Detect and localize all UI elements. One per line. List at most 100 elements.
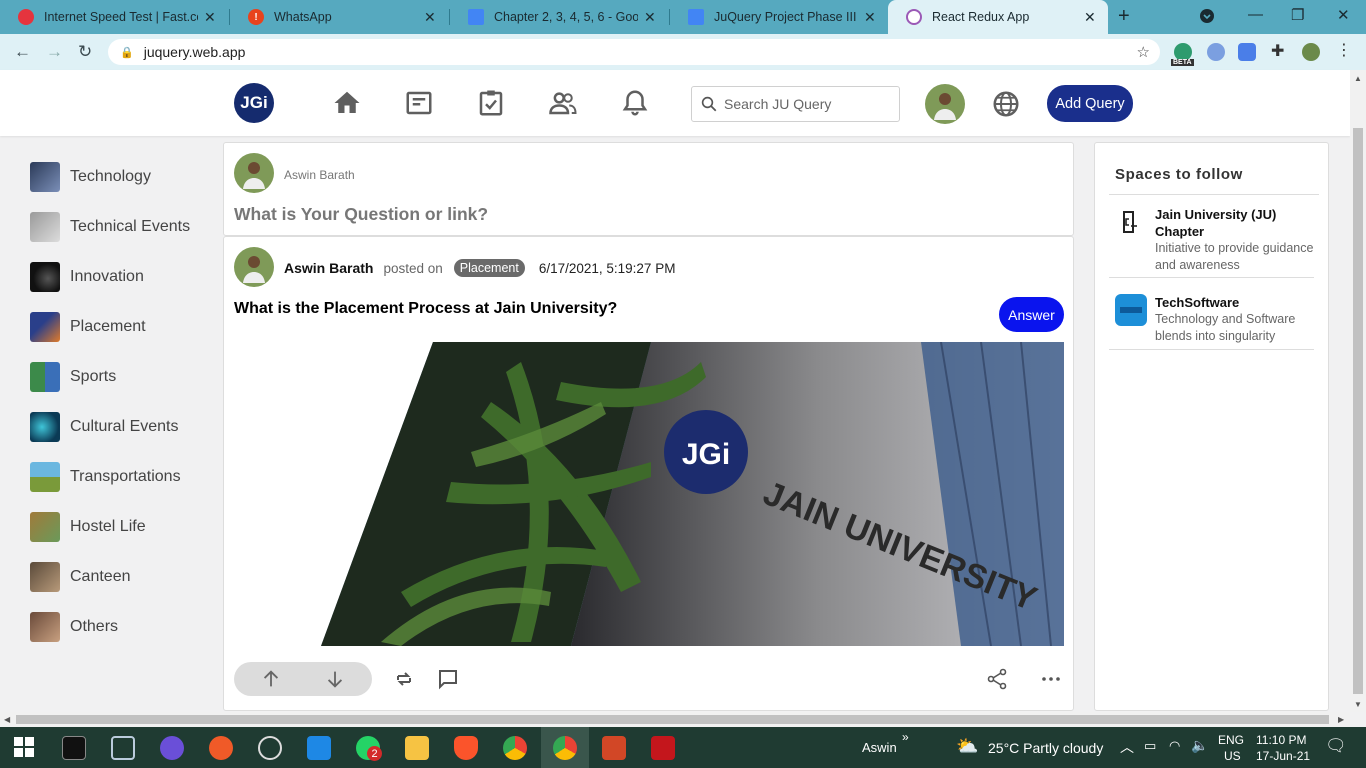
jgi-logo[interactable]: JGi [234, 83, 274, 123]
post-question[interactable]: What is the Placement Process at Jain Un… [234, 300, 617, 318]
windows-start-icon[interactable] [14, 737, 34, 757]
sidebar-item-label: Placement [70, 318, 146, 335]
sidebar-item-sports[interactable]: Sports [30, 352, 220, 402]
translate-icon[interactable] [1238, 43, 1256, 61]
minimize-icon[interactable]: — [1248, 6, 1263, 23]
chevron-double-right-icon[interactable]: » [902, 730, 909, 744]
windows-taskbar: 2 Aswin » ⛅ 25°C Partly cloudy ︿ ▭ ◠ 🔈 E… [0, 727, 1366, 768]
chevron-up-icon[interactable]: ︿ [1120, 737, 1134, 757]
close-tab-icon[interactable]: ✕ [644, 9, 658, 26]
assignment-check-icon[interactable] [476, 88, 506, 118]
profile-avatar-icon[interactable] [1302, 43, 1320, 61]
sidebar-item-technical-events[interactable]: Technical Events [30, 202, 220, 252]
close-tab-icon[interactable]: ✕ [1084, 9, 1098, 26]
repost-icon[interactable] [392, 667, 416, 691]
tab-search-icon[interactable] [1199, 8, 1215, 28]
keyboard-layout[interactable]: US [1224, 749, 1241, 763]
home-icon[interactable] [332, 88, 362, 118]
tab-fast[interactable]: Internet Speed Test | Fast.com ✕ [0, 0, 228, 34]
wifi-icon[interactable]: ◠ [1169, 738, 1180, 754]
sidebar-item-innovation[interactable]: Innovation [30, 252, 220, 302]
search-input[interactable] [724, 96, 894, 112]
restore-icon[interactable]: ❐ [1291, 6, 1304, 24]
more-options-icon[interactable] [1039, 667, 1063, 691]
battery-icon[interactable]: ▭ [1144, 738, 1156, 754]
virtualbox-icon[interactable] [111, 736, 135, 760]
address-bar[interactable]: 🔒 juquery.web.app ☆ [108, 39, 1160, 65]
add-query-button[interactable]: Add Query [1047, 85, 1133, 122]
acrobat-icon[interactable] [651, 736, 675, 760]
sidebar-item-hostel-life[interactable]: Hostel Life [30, 502, 220, 552]
volume-icon[interactable]: 🔈 [1191, 737, 1208, 754]
react-favicon-icon [906, 9, 922, 25]
close-tab-icon[interactable]: ✕ [424, 9, 438, 26]
scroll-up-arrow-icon[interactable]: ▲ [1354, 74, 1362, 83]
downvote-arrow-icon[interactable] [324, 668, 346, 690]
scroll-left-arrow-icon[interactable]: ◀ [4, 715, 10, 724]
vertical-scrollbar[interactable]: ▲ ▼ [1350, 70, 1366, 712]
notification-center-icon[interactable]: 🗨 [1325, 736, 1347, 756]
sync-extension-icon[interactable] [1207, 43, 1225, 61]
menu-dots-icon[interactable]: ⋮ [1336, 40, 1354, 59]
scroll-right-arrow-icon[interactable]: ▶ [1338, 715, 1344, 724]
close-tab-icon[interactable]: ✕ [864, 9, 878, 26]
notification-bell-icon[interactable] [620, 88, 650, 118]
brave-icon[interactable] [454, 736, 478, 760]
clock-date[interactable]: 17-Jun-21 [1256, 749, 1310, 763]
tab-react-redux[interactable]: React Redux App ✕ [888, 0, 1108, 34]
close-tab-icon[interactable]: ✕ [204, 9, 218, 26]
forward-icon[interactable]: → [46, 42, 63, 62]
sidebar-item-placement[interactable]: Placement [30, 302, 220, 352]
question-prompt[interactable]: What is Your Question or link? [234, 204, 488, 225]
bookmark-star-icon[interactable]: ☆ [1137, 43, 1150, 61]
share-icon[interactable] [985, 667, 1009, 691]
horizontal-scrollbar[interactable]: ◀ ▶ [0, 712, 1350, 727]
eclipse-icon[interactable] [160, 736, 184, 760]
tab-whatsapp[interactable]: ! WhatsApp ✕ [230, 0, 448, 34]
category-tag[interactable]: Placement [453, 259, 525, 277]
scroll-thumb[interactable] [16, 715, 1329, 724]
feed-icon[interactable] [404, 88, 434, 118]
chapter-logo-icon [1115, 206, 1147, 238]
globe-language-icon[interactable] [991, 89, 1021, 119]
scroll-thumb[interactable] [1353, 128, 1363, 694]
chrome-icon[interactable] [503, 736, 527, 760]
search-box[interactable] [691, 86, 900, 122]
sidebar-item-transportations[interactable]: Transportations [30, 452, 220, 502]
language-indicator[interactable]: ENG [1218, 733, 1244, 747]
user-avatar[interactable] [925, 84, 965, 124]
sidebar-item-cultural-events[interactable]: Cultural Events [30, 402, 220, 452]
post-author[interactable]: Aswin Barath [284, 260, 373, 276]
tab-google-docs[interactable]: Chapter 2, 3, 4, 5, 6 - Google ✕ [450, 0, 668, 34]
scroll-down-arrow-icon[interactable]: ▼ [1354, 700, 1362, 709]
space-item-jain-chapter[interactable]: Jain University (JU) Chapter Initiative … [1109, 206, 1314, 278]
comment-icon[interactable] [436, 667, 460, 691]
sidebar-item-canteen[interactable]: Canteen [30, 552, 220, 602]
sidebar-item-technology[interactable]: Technology [30, 152, 220, 202]
sidebar-item-others[interactable]: Others [30, 602, 220, 652]
file-explorer-icon[interactable] [405, 736, 429, 760]
space-item-techsoftware[interactable]: TechSoftware Technology and Software ble… [1109, 294, 1314, 350]
docs-favicon-icon [688, 9, 704, 25]
weather-text[interactable]: 25°C Partly cloudy [988, 740, 1103, 756]
tab-slides[interactable]: JuQuery Project Phase III Pres ✕ [670, 0, 888, 34]
answer-button[interactable]: Answer [999, 297, 1064, 332]
sidebar-item-label: Innovation [70, 268, 144, 285]
chrome-profile-icon[interactable] [553, 736, 577, 760]
upvote-arrow-icon[interactable] [260, 668, 282, 690]
canteen-thumbnail [30, 562, 60, 592]
terminal-icon[interactable] [62, 736, 86, 760]
people-icon[interactable] [548, 88, 578, 118]
reload-icon[interactable]: ↻ [78, 42, 92, 62]
powerpoint-icon[interactable] [602, 736, 626, 760]
back-icon[interactable]: ← [14, 42, 31, 62]
new-tab-icon[interactable]: + [1118, 5, 1130, 28]
vscode-icon[interactable] [307, 736, 331, 760]
taskbar-user-label[interactable]: Aswin [862, 740, 897, 755]
clock-time[interactable]: 11:10 PM [1256, 733, 1306, 747]
ask-question-box[interactable]: Aswin Barath What is Your Question or li… [223, 142, 1074, 236]
app-circle-icon[interactable] [258, 736, 282, 760]
postman-icon[interactable] [209, 736, 233, 760]
close-window-icon[interactable]: ✕ [1337, 6, 1350, 24]
extensions-puzzle-icon[interactable]: ✚ [1271, 41, 1289, 60]
